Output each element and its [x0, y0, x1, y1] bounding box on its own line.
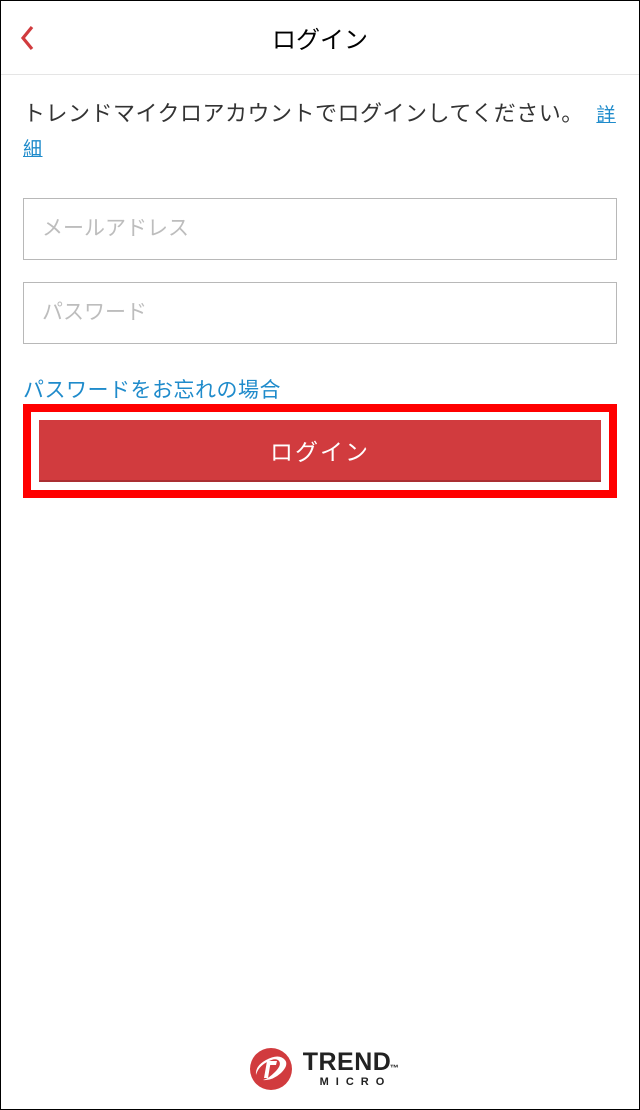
instruction-label: トレンドマイクロアカウントでログインしてください。	[23, 101, 584, 126]
forgot-password-link[interactable]: パスワードをお忘れの場合	[23, 374, 281, 404]
login-button[interactable]: ログイン	[39, 420, 601, 482]
trademark-symbol: ™	[390, 1064, 400, 1073]
login-button-highlight: ログイン	[23, 404, 617, 498]
brand-name-bottom: MICRO	[303, 1077, 392, 1088]
chevron-left-icon	[19, 24, 35, 52]
footer-brand: TREND™ MICRO	[1, 1029, 639, 1109]
brand-name-top: TREND™	[303, 1050, 392, 1075]
email-field[interactable]	[23, 198, 617, 260]
page-title: ログイン	[1, 20, 639, 55]
header-bar: ログイン	[1, 1, 639, 75]
main-content: トレンドマイクロアカウントでログインしてください。 詳細 パスワードをお忘れの場…	[1, 75, 639, 1029]
trend-micro-logo-icon	[249, 1047, 293, 1091]
instruction-text: トレンドマイクロアカウントでログインしてください。 詳細	[23, 97, 617, 164]
password-field[interactable]	[23, 282, 617, 344]
back-button[interactable]	[19, 24, 35, 52]
brand-text: TREND™ MICRO	[303, 1050, 392, 1088]
